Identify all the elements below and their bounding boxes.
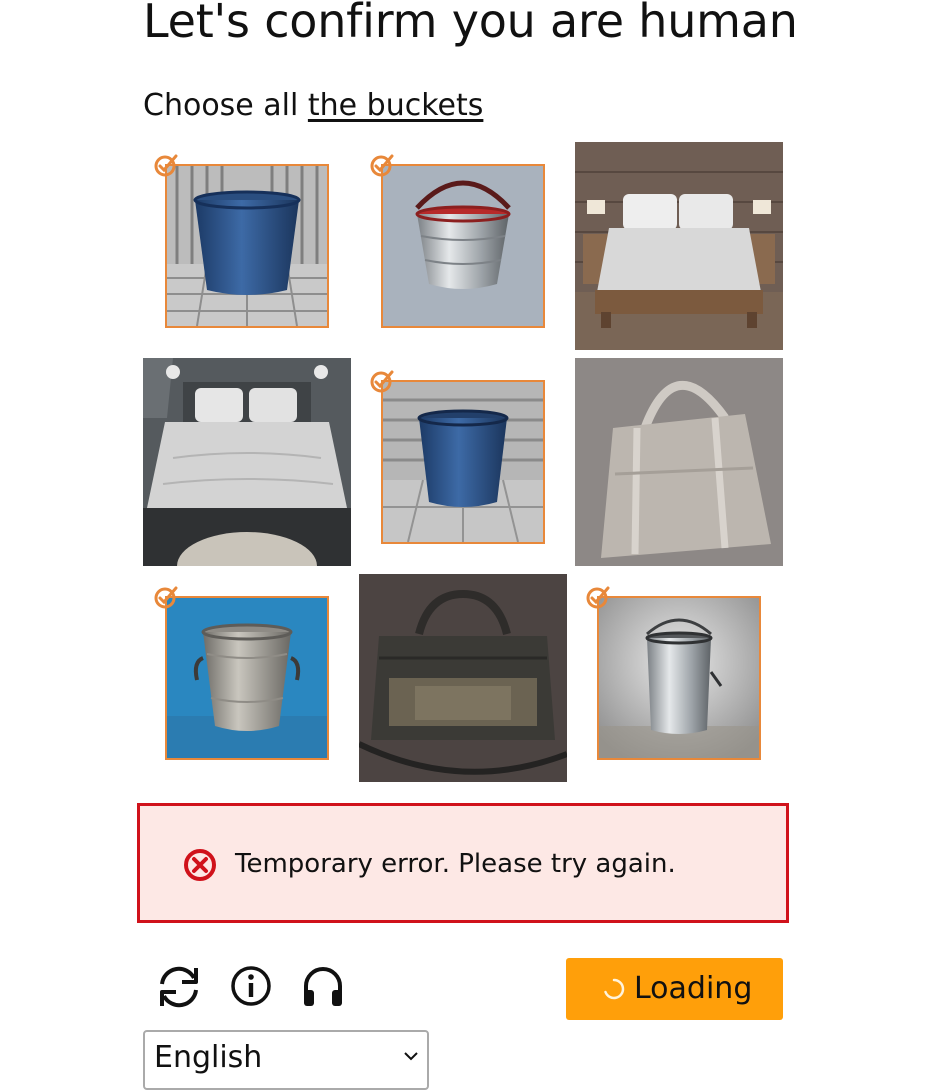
grid-tile-5[interactable]	[359, 358, 567, 566]
grid-tile-3[interactable]	[575, 142, 783, 350]
bucket-image	[167, 598, 327, 758]
language-selected-value: English	[154, 1040, 263, 1075]
image-grid	[143, 142, 783, 782]
info-icon[interactable]	[226, 962, 276, 1012]
bed-image	[143, 358, 351, 566]
headphones-icon[interactable]	[298, 962, 348, 1012]
grid-tile-7[interactable]	[143, 574, 351, 782]
error-alert: Temporary error. Please try again.	[137, 803, 789, 923]
error-x-circle-icon	[184, 849, 216, 881]
grid-tile-4[interactable]	[143, 358, 351, 566]
selected-check-icon	[586, 586, 610, 609]
grid-tile-2[interactable]	[359, 142, 567, 350]
error-message: Temporary error. Please try again.	[235, 849, 676, 879]
loading-label: Loading	[634, 971, 753, 1006]
bucket-image	[383, 382, 543, 542]
bed-image	[575, 142, 783, 350]
grid-tile-9[interactable]	[575, 574, 783, 782]
bucket-image	[599, 598, 759, 758]
captcha-instruction: Choose all the buckets	[143, 88, 483, 123]
refresh-icon[interactable]	[154, 962, 204, 1012]
chevron-down-icon	[404, 1052, 418, 1061]
language-select[interactable]: English	[143, 1030, 429, 1090]
selected-check-icon	[370, 154, 394, 177]
instruction-target-link[interactable]: the buckets	[308, 88, 483, 123]
selected-check-icon	[154, 586, 178, 609]
selected-check-icon	[154, 154, 178, 177]
page-title: Let's confirm you are human	[143, 0, 798, 48]
tote-bag-image	[575, 358, 783, 566]
instruction-prefix: Choose all	[143, 88, 308, 123]
grid-tile-6[interactable]	[575, 358, 783, 566]
grid-tile-8[interactable]	[359, 574, 567, 782]
bucket-image	[167, 166, 327, 326]
loading-button[interactable]: Loading	[566, 958, 783, 1020]
selected-check-icon	[370, 370, 394, 393]
duffel-bag-image	[359, 574, 567, 782]
grid-tile-1[interactable]	[143, 142, 351, 350]
bucket-image	[383, 166, 543, 326]
spinner-icon	[604, 978, 625, 1000]
